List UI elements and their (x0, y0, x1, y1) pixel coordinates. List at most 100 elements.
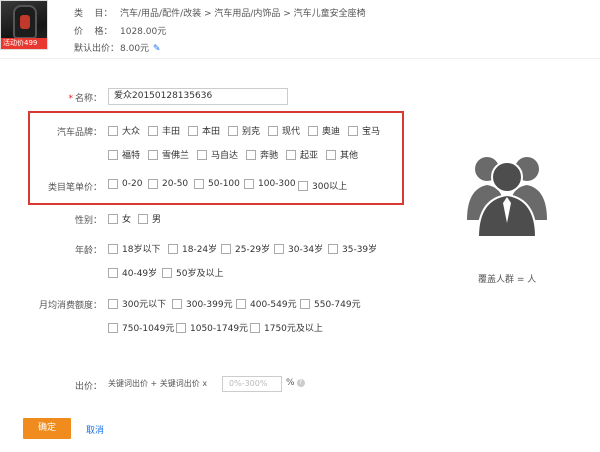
coverage-text: 覆盖人群 = 人 (478, 275, 537, 285)
checkbox[interactable] (326, 149, 336, 160)
brand-option[interactable]: 别克 (228, 124, 260, 137)
default-bid-label: 默认出价： (74, 44, 120, 54)
brand-option[interactable]: 大众 (108, 124, 140, 137)
category-colon: 目： (94, 9, 113, 19)
age-option[interactable]: 40-49岁 (108, 266, 157, 279)
checkbox[interactable] (197, 149, 207, 160)
age-option[interactable]: 50岁及以上 (162, 266, 223, 279)
spend-label: 月均消费额度： (38, 301, 102, 311)
spend-option[interactable]: 750-1049元 (108, 321, 174, 334)
price-range-option[interactable]: 50-100 (194, 179, 240, 189)
cancel-link[interactable]: 取消 (86, 423, 104, 436)
people-group-svg (467, 157, 547, 238)
brand-option[interactable]: 奔驰 (246, 148, 278, 161)
checkbox[interactable] (108, 267, 118, 278)
bid-unit: % (286, 378, 295, 388)
checkbox[interactable] (108, 213, 118, 224)
brand-option[interactable]: 奥迪 (308, 124, 340, 137)
category-row: 类 目： 汽车/用品/配件/改装 > 汽车用品/内饰品 > 汽车儿童安全座椅 (74, 6, 366, 19)
age-option[interactable]: 35-39岁 (328, 242, 377, 255)
promo-badge: 活动价499 (1, 38, 47, 49)
checkbox[interactable] (108, 243, 118, 254)
product-summary: 活动价499 类 目： 汽车/用品/配件/改装 > 汽车用品/内饰品 > 汽车儿童… (0, 0, 600, 58)
age-option[interactable]: 30-34岁 (274, 242, 323, 255)
spend-option[interactable]: 300-399元 (172, 297, 233, 310)
brand-option[interactable]: 现代 (268, 124, 300, 137)
checkbox[interactable] (246, 149, 256, 160)
checkbox[interactable] (162, 267, 172, 278)
name-input[interactable]: 爱众20150128135636 (108, 88, 288, 105)
category-label: 类 (74, 9, 84, 19)
checkbox[interactable] (286, 149, 296, 160)
price-range-option[interactable]: 300以上 (298, 179, 347, 192)
age-option[interactable]: 18岁以下 (108, 242, 160, 255)
brand-option[interactable]: 雪佛兰 (148, 148, 189, 161)
checkbox[interactable] (108, 298, 118, 309)
price-colon: 格： (94, 27, 113, 37)
age-option[interactable]: 25-29岁 (221, 242, 270, 255)
confirm-button[interactable]: 确定 (23, 418, 71, 439)
spend-option[interactable]: 1050-1749元 (176, 321, 248, 334)
divider (0, 58, 600, 59)
price-range-option[interactable]: 20-50 (148, 179, 188, 189)
checkbox[interactable] (328, 243, 338, 254)
price-range-label: 类目笔单价： (47, 183, 102, 193)
checkbox[interactable] (250, 322, 260, 333)
checkbox[interactable] (168, 243, 178, 254)
brand-option[interactable]: 起亚 (286, 148, 318, 161)
age-option[interactable]: 18-24岁 (168, 242, 217, 255)
bid-percent-input[interactable]: 0%-300% (222, 376, 282, 392)
checkbox[interactable] (268, 125, 278, 136)
brand-option[interactable]: 宝马 (348, 124, 380, 137)
checkbox[interactable] (194, 179, 204, 189)
brand-option[interactable]: 福特 (108, 148, 140, 161)
people-group-icon (462, 145, 552, 240)
checkbox[interactable] (274, 243, 284, 254)
price-range-option[interactable]: 100-300 (244, 179, 296, 189)
spend-option[interactable]: 1750元及以上 (250, 321, 323, 334)
checkbox[interactable] (108, 125, 118, 136)
question-icon[interactable]: ? (296, 379, 305, 387)
spend-option[interactable]: 300元以下 (108, 297, 166, 310)
checkbox[interactable] (348, 125, 358, 136)
brand-option[interactable]: 丰田 (148, 124, 180, 137)
pencil-icon[interactable]: ✎ (153, 45, 162, 54)
checkbox[interactable] (228, 125, 238, 136)
price-value: 1028.00元 (120, 27, 167, 37)
checkbox[interactable] (244, 179, 254, 189)
checkbox[interactable] (138, 213, 148, 224)
bid-label: 出价： (74, 382, 102, 392)
checkbox[interactable] (176, 322, 186, 333)
checkbox[interactable] (108, 322, 118, 333)
car-seat-image (13, 5, 37, 39)
gender-option[interactable]: 女 (108, 212, 131, 225)
default-bid-value: 8.00元 (120, 44, 150, 54)
category-path: 汽车/用品/配件/改装 > 汽车用品/内饰品 > 汽车儿童安全座椅 (120, 9, 366, 19)
brand-option[interactable]: 本田 (188, 124, 220, 137)
brand-label: 汽车品牌： (56, 128, 102, 138)
checkbox[interactable] (308, 125, 318, 136)
checkbox[interactable] (172, 298, 182, 309)
spend-option[interactable]: 400-549元 (236, 297, 297, 310)
brand-option[interactable]: 其他 (326, 148, 358, 161)
spend-option[interactable]: 550-749元 (300, 297, 361, 310)
name-label-wrap: * 名称： (40, 91, 102, 104)
checkbox[interactable] (188, 125, 198, 136)
name-label: 名称： (74, 94, 102, 104)
checkbox[interactable] (148, 149, 158, 160)
checkbox[interactable] (108, 179, 118, 189)
price-row: 价 格： 1028.00元 (74, 24, 166, 37)
brand-option[interactable]: 马自达 (197, 148, 238, 161)
checkbox[interactable] (108, 149, 118, 160)
product-thumbnail: 活动价499 (0, 0, 48, 50)
checkbox[interactable] (300, 298, 310, 309)
checkbox[interactable] (236, 298, 246, 309)
checkbox[interactable] (148, 125, 158, 136)
checkbox[interactable] (221, 243, 231, 254)
price-label: 价 (74, 27, 84, 37)
gender-option[interactable]: 男 (138, 212, 161, 225)
checkbox[interactable] (298, 180, 308, 191)
checkbox[interactable] (148, 179, 158, 189)
bid-formula: 关键词出价 + 关键词出价 x (108, 379, 208, 388)
price-range-option[interactable]: 0-20 (108, 179, 142, 189)
